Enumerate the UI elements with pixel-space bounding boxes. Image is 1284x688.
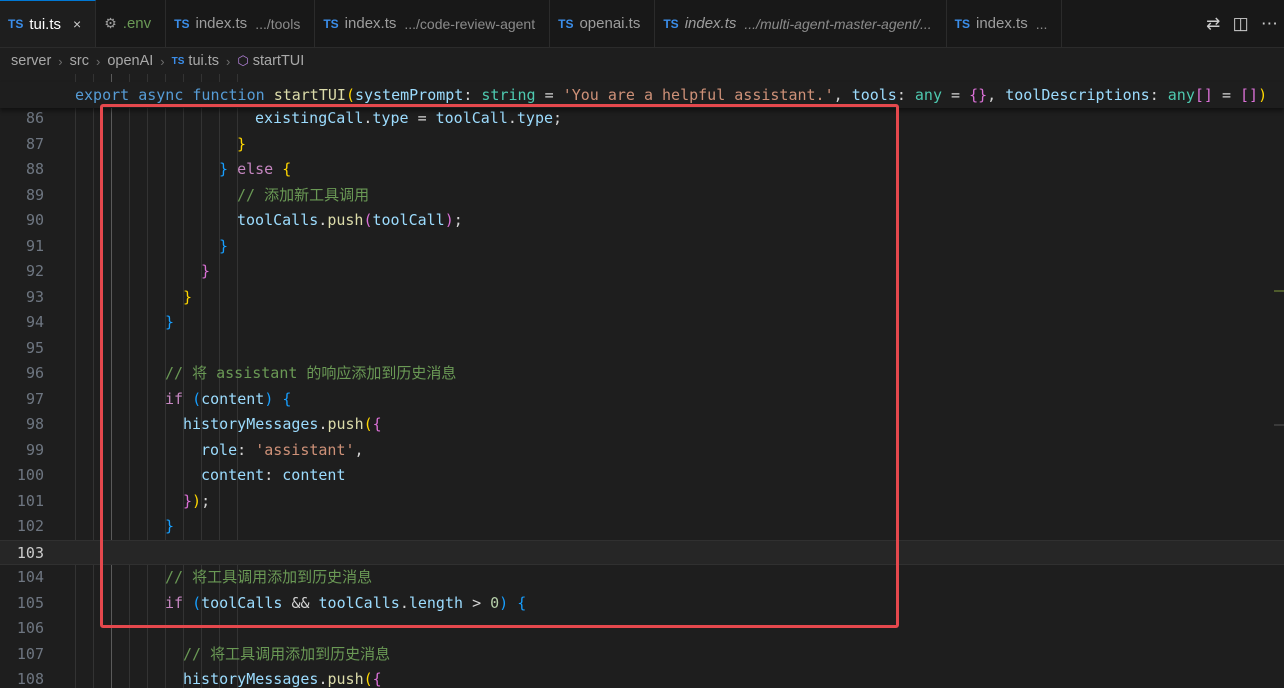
typescript-icon: TS	[954, 16, 970, 31]
tab-label: .env	[122, 15, 152, 32]
function-symbol-icon: ⬡	[237, 53, 249, 68]
comment: // 添加新工具调用	[237, 185, 370, 204]
breadcrumb-item-server[interactable]: server	[11, 53, 51, 69]
chevron-right-icon: ›	[226, 53, 231, 69]
tab-path: .../tools	[255, 15, 301, 32]
tab-path: .../multi-agent-master-agent/...	[744, 15, 932, 32]
tab-path: .../code-review-agent	[404, 15, 536, 32]
code-line: 102}	[16, 517, 175, 535]
code-line: 101});	[16, 491, 211, 510]
code-line: 89// 添加新工具调用	[25, 185, 370, 204]
default-prompt-string: 'You are a helpful assistant.'	[562, 86, 834, 104]
sticky-scroll-header[interactable]: export async function startTUI(systemPro…	[0, 82, 1284, 108]
tab-env[interactable]: ⚙ .env	[96, 0, 167, 47]
tab-index-tools[interactable]: TS index.ts .../tools	[166, 0, 316, 47]
comment: // 将 assistant 的响应添加到历史消息	[165, 364, 457, 382]
more-actions-icon[interactable]: ⋯	[1261, 14, 1278, 34]
code-line: 91}	[25, 236, 229, 255]
gear-icon: ⚙	[104, 15, 117, 31]
scrollbar-marker	[1274, 290, 1284, 292]
code-line: 106	[16, 619, 44, 637]
typescript-icon: TS	[558, 16, 574, 31]
code-line: 105 if (toolCalls && toolCalls.length > 0…	[16, 593, 527, 612]
breadcrumb-item-src[interactable]: src	[70, 53, 89, 69]
tab-label: index.ts	[344, 15, 397, 32]
sticky-function-signature: export async function startTUI(systemPro…	[75, 86, 1268, 104]
typescript-icon: TS	[174, 16, 190, 31]
comment: // 将工具调用添加到历史消息	[165, 568, 373, 586]
code-line: 94}	[25, 313, 175, 331]
tab-label: index.ts	[976, 15, 1028, 32]
code-line: 86existingCall.type = toolCall.type;	[26, 109, 563, 127]
code-line: 88} else {	[25, 160, 292, 178]
typescript-icon: TS	[663, 16, 679, 31]
code-line: 104// 将工具调用添加到历史消息	[16, 568, 373, 586]
code-line: 107// 将工具调用添加到历史消息	[16, 644, 391, 663]
tab-label: openai.ts	[579, 15, 641, 32]
scrollbar-marker	[1274, 424, 1284, 426]
chevron-right-icon: ›	[160, 53, 165, 69]
tab-path: ...	[1035, 15, 1048, 32]
editor-actions: ⇄ ◫ ⋯	[1194, 0, 1284, 47]
tab-label: tui.ts	[29, 15, 62, 33]
breadcrumb: server › src › openAI › TS tui.ts › ⬡ st…	[0, 48, 1284, 74]
code-line: 95	[25, 338, 44, 357]
split-editor-icon[interactable]: ◫	[1233, 14, 1249, 34]
code-line: 99 role: 'assistant',	[25, 440, 364, 459]
tab-index-more[interactable]: TS index.ts ...	[947, 0, 1063, 47]
code-line: 108 historyMessages.push({	[16, 670, 382, 688]
tab-bar: TS tui.ts × ⚙ .env TS index.ts .../tools…	[0, 0, 1284, 48]
typescript-icon: TS	[171, 55, 185, 67]
source-control-compare-icon[interactable]: ⇄	[1206, 14, 1220, 34]
code-line: 92}	[25, 262, 211, 280]
chevron-right-icon: ›	[58, 53, 63, 69]
close-icon[interactable]: ×	[73, 16, 81, 32]
code-line: 96// 将 assistant 的响应添加到历史消息	[25, 364, 457, 382]
tab-openai-ts[interactable]: TS openai.ts	[550, 0, 656, 47]
code-line: 97 if (content) {	[25, 389, 292, 408]
chevron-right-icon: ›	[95, 53, 101, 69]
comment: // 将工具调用添加到历史消息	[183, 644, 391, 663]
breadcrumb-item-openai[interactable]: openAI	[107, 53, 153, 69]
breadcrumb-item-symbol[interactable]: startTUI	[253, 53, 305, 69]
tab-index-code-review-agent[interactable]: TS index.ts .../code-review-agent	[315, 0, 551, 47]
code-editor[interactable]: export async function startTUI(systemPro…	[0, 74, 1284, 688]
role-string: 'assistant'	[255, 440, 355, 459]
code-line: 98 historyMessages.push({	[25, 415, 382, 433]
current-code-line[interactable]: 103	[0, 539, 1284, 565]
typescript-icon: TS	[8, 17, 24, 31]
code-line: 93}	[25, 287, 193, 306]
code-line: 100 content: content	[16, 466, 346, 484]
code-line: 87}	[25, 134, 247, 153]
breadcrumb-item-file[interactable]: tui.ts	[188, 53, 219, 69]
number-literal: 0	[490, 593, 500, 612]
typescript-icon: TS	[323, 16, 339, 31]
tab-label: index.ts	[195, 15, 248, 32]
tab-tui-ts[interactable]: TS tui.ts ×	[0, 0, 97, 47]
code-line: 90 toolCalls.push(toolCall);	[25, 211, 463, 229]
tab-index-multi-agent[interactable]: TS index.ts .../multi-agent-master-agent…	[655, 0, 947, 47]
tab-label: index.ts	[684, 15, 737, 32]
